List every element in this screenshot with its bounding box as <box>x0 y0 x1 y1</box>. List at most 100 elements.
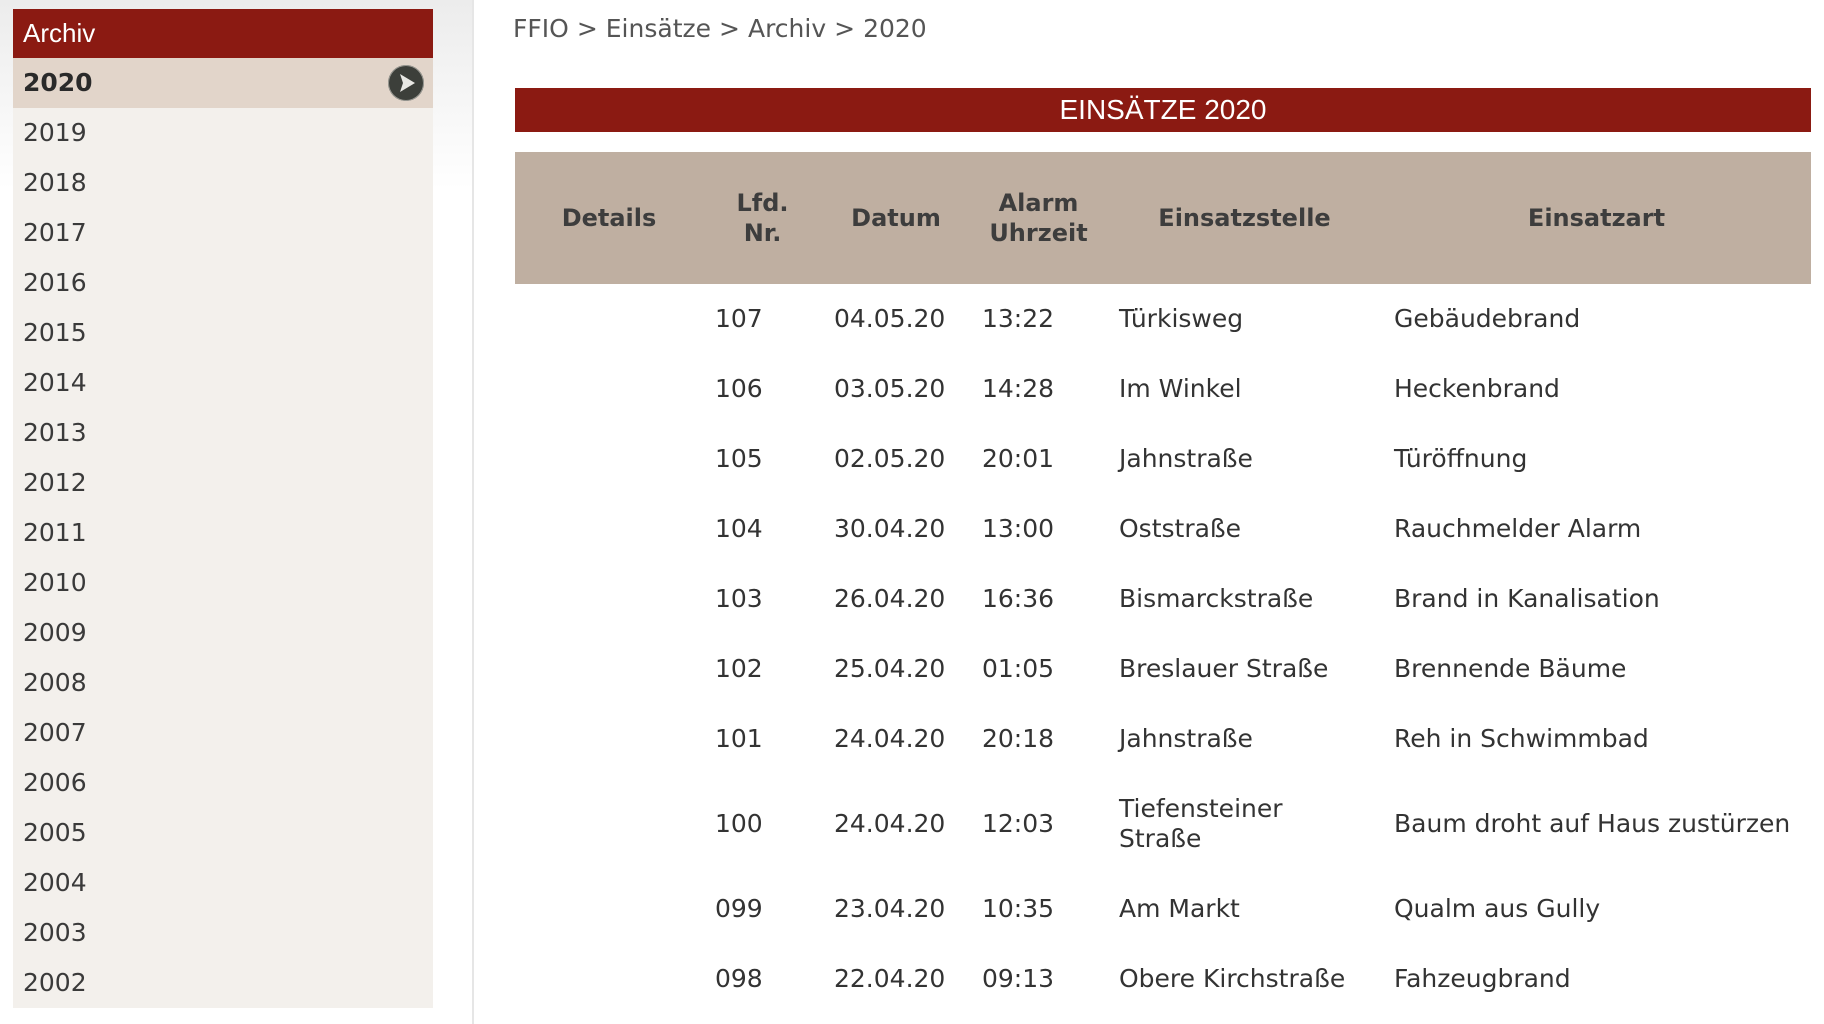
cell-zeit: 01:05 <box>982 654 1055 683</box>
cell-nr: 098 <box>715 964 763 993</box>
sidebar-item-2015[interactable]: 2015 <box>13 308 433 358</box>
sidebar-item-2008[interactable]: 2008 <box>13 658 433 708</box>
sidebar-item-2016[interactable]: 2016 <box>13 258 433 308</box>
cell-details <box>515 634 703 704</box>
cell-details <box>515 774 703 874</box>
sidebar-item-2004[interactable]: 2004 <box>13 858 433 908</box>
sidebar-item-label: 2013 <box>23 418 87 447</box>
cell-zeit: 10:35 <box>982 894 1055 923</box>
sidebar-item-2002[interactable]: 2002 <box>13 958 433 1008</box>
cell-nr: 106 <box>715 374 763 403</box>
sidebar-item-2009[interactable]: 2009 <box>13 608 433 658</box>
sidebar-item-label: 2020 <box>23 68 93 97</box>
cell-einsatzstelle: Obere Kirchstraße <box>1107 944 1382 1014</box>
sidebar-divider <box>472 0 474 1024</box>
cell-einsatzstelle: Breslauer Straße <box>1107 634 1382 704</box>
einsatzstelle-line1: Bismarckstraße <box>1119 584 1314 613</box>
cell-details <box>515 944 703 1014</box>
sidebar-item-label: 2004 <box>23 868 87 897</box>
cell-einsatzart: Baum droht auf Haus zustürzen <box>1394 809 1791 838</box>
sidebar-item-2013[interactable]: 2013 <box>13 408 433 458</box>
table-row[interactable]: 107 04.05.20 13:22 Türkisweg Gebäudebrand <box>515 284 1811 354</box>
sidebar-item-label: 2014 <box>23 368 87 397</box>
table-row[interactable]: 105 02.05.20 20:01 Jahnstraße Türöffnung <box>515 424 1811 494</box>
sidebar-item-2003[interactable]: 2003 <box>13 908 433 958</box>
table-row[interactable]: 099 23.04.20 10:35 Am Markt Qualm aus Gully <box>515 874 1811 944</box>
arrow-right-circle-icon <box>388 65 424 101</box>
cell-details <box>515 704 703 774</box>
table-row[interactable]: 103 26.04.20 16:36 Bismarckstraße Brand in K… <box>515 564 1811 634</box>
cell-details <box>515 284 703 354</box>
sidebar-item-2006[interactable]: 2006 <box>13 758 433 808</box>
cell-datum: 04.05.20 <box>834 304 946 333</box>
year-list: 2020 2019 2018 2017 2016 2015 2014 2013 2012 2011… <box>13 58 433 1008</box>
sidebar-area: Archiv 2020 2019 2018 2017 2016 2015 2014 2013 2… <box>0 0 474 1024</box>
cell-datum: 26.04.20 <box>834 584 946 613</box>
table-row[interactable]: 101 24.04.20 20:18 Jahnstraße Reh in Schwimm… <box>515 704 1811 774</box>
table-row[interactable]: 098 22.04.20 09:13 Obere Kirchstraße Fahzeug… <box>515 944 1811 1014</box>
column-header-datum: Datum <box>851 204 941 232</box>
cell-zeit: 13:22 <box>982 304 1055 333</box>
sidebar-item-2011[interactable]: 2011 <box>13 508 433 558</box>
cell-einsatzart: Brand in Kanalisation <box>1394 584 1660 613</box>
cell-datum: 24.04.20 <box>834 809 946 838</box>
sidebar-item-2005[interactable]: 2005 <box>13 808 433 858</box>
einsatzstelle-line1: Tiefensteiner <box>1119 794 1283 823</box>
cell-zeit: 14:28 <box>982 374 1055 403</box>
column-header-nr-line2: Nr. <box>743 219 782 247</box>
sidebar-item-2020[interactable]: 2020 <box>13 58 433 108</box>
column-header-zeit: Alarm Uhrzeit <box>970 152 1107 284</box>
breadcrumb-item-ffio[interactable]: FFIO <box>513 14 569 43</box>
cell-einsatzart: Fahzeugbrand <box>1394 964 1571 993</box>
cell-nr: 100 <box>715 809 763 838</box>
sidebar-item-2017[interactable]: 2017 <box>13 208 433 258</box>
cell-einsatzart: Heckenbrand <box>1394 374 1560 403</box>
breadcrumb-separator: > <box>834 14 856 43</box>
cell-datum: 25.04.20 <box>834 654 946 683</box>
sidebar-title: Archiv <box>13 9 433 58</box>
cell-nr: 105 <box>715 444 763 473</box>
cell-einsatzstelle: Jahnstraße <box>1107 424 1382 494</box>
table-row[interactable]: 106 03.05.20 14:28 Im Winkel Heckenbrand <box>515 354 1811 424</box>
sidebar-item-label: 2012 <box>23 468 87 497</box>
sidebar-item-label: 2006 <box>23 768 87 797</box>
cell-einsatzstelle: Tiefensteiner Straße <box>1107 774 1382 874</box>
einsatzstelle-line1: Türkisweg <box>1119 304 1244 333</box>
sidebar-item-2014[interactable]: 2014 <box>13 358 433 408</box>
sidebar-item-2012[interactable]: 2012 <box>13 458 433 508</box>
cell-details <box>515 424 703 494</box>
einsatzstelle-line1: Jahnstraße <box>1119 444 1253 473</box>
cell-datum: 03.05.20 <box>834 374 946 403</box>
sidebar-item-2007[interactable]: 2007 <box>13 708 433 758</box>
cell-einsatzstelle: Jahnstraße <box>1107 704 1382 774</box>
cell-nr: 101 <box>715 724 763 753</box>
einsatzstelle-line1: Breslauer Straße <box>1119 654 1329 683</box>
sidebar: Archiv 2020 2019 2018 2017 2016 2015 2014 2013 2… <box>13 9 433 1008</box>
column-header-einsatzstelle: Einsatzstelle <box>1158 204 1331 232</box>
cell-nr: 104 <box>715 514 763 543</box>
cell-einsatzart: Gebäudebrand <box>1394 304 1581 333</box>
einsatzstelle-line1: Obere Kirchstraße <box>1119 964 1346 993</box>
column-header-nr-line1: Lfd. <box>736 189 789 217</box>
cell-einsatzart: Rauchmelder Alarm <box>1394 514 1642 543</box>
cell-zeit: 20:01 <box>982 444 1055 473</box>
table-row[interactable]: 100 24.04.20 12:03 Tiefensteiner Straße Baum … <box>515 774 1811 874</box>
column-header-zeit-line2: Uhrzeit <box>989 219 1088 247</box>
breadcrumb-item-eins-tze[interactable]: Einsätze <box>606 14 711 43</box>
cell-nr: 107 <box>715 304 763 333</box>
cell-nr: 102 <box>715 654 763 683</box>
table-row[interactable]: 104 30.04.20 13:00 Oststraße Rauchmelder Ala… <box>515 494 1811 564</box>
cell-datum: 22.04.20 <box>834 964 946 993</box>
table-row[interactable]: 102 25.04.20 01:05 Breslauer Straße Brennend… <box>515 634 1811 704</box>
sidebar-item-2018[interactable]: 2018 <box>13 158 433 208</box>
cell-einsatzstelle: Bismarckstraße <box>1107 564 1382 634</box>
sidebar-item-2019[interactable]: 2019 <box>13 108 433 158</box>
einsatzstelle-line1: Im Winkel <box>1119 374 1242 403</box>
cell-zeit: 12:03 <box>982 809 1055 838</box>
cell-datum: 24.04.20 <box>834 724 946 753</box>
sidebar-item-label: 2007 <box>23 718 87 747</box>
sidebar-item-2010[interactable]: 2010 <box>13 558 433 608</box>
breadcrumb-separator: > <box>719 14 740 43</box>
sidebar-item-label: 2017 <box>23 218 87 247</box>
breadcrumb-item-archiv[interactable]: Archiv <box>748 14 826 43</box>
